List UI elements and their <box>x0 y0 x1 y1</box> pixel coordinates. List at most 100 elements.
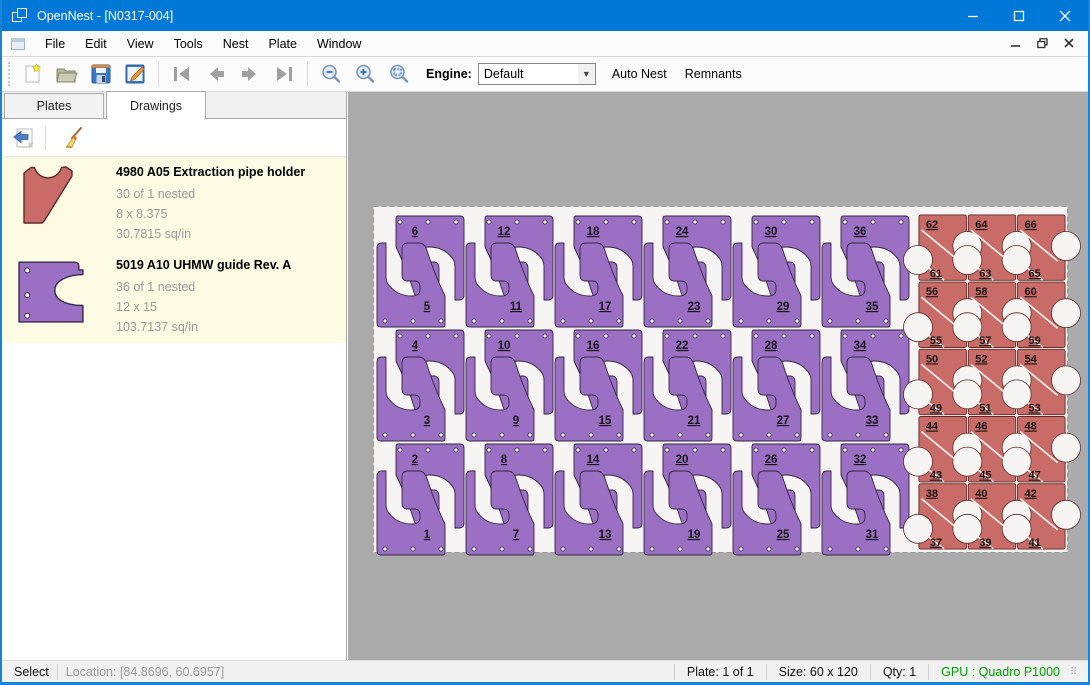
mdi-close-button[interactable] <box>1064 38 1074 49</box>
open-button[interactable] <box>50 59 84 89</box>
svg-text:43: 43 <box>930 470 942 482</box>
last-arrow-icon <box>273 65 295 83</box>
mdi-minimize-button[interactable] <box>1011 38 1021 49</box>
svg-text:37: 37 <box>930 537 942 549</box>
new-button[interactable] <box>16 59 50 89</box>
svg-text:44: 44 <box>926 421 939 433</box>
svg-text:22: 22 <box>676 340 689 352</box>
drawing-thumbnail-purple <box>16 256 108 337</box>
svg-text:40: 40 <box>975 488 987 500</box>
drawings-list: 4980 A05 Extraction pipe holder 30 of 1 … <box>2 157 346 343</box>
svg-text:47: 47 <box>1029 470 1041 482</box>
minimize-button[interactable] <box>950 0 996 31</box>
svg-text:35: 35 <box>866 301 879 313</box>
svg-text:60: 60 <box>1025 286 1037 298</box>
nest-canvas[interactable]: 6543211211109871817161514132423222120193… <box>348 92 1088 660</box>
svg-text:45: 45 <box>979 470 991 482</box>
menu-window[interactable]: Window <box>307 33 371 55</box>
svg-text:46: 46 <box>975 421 987 433</box>
page-back-arrow-icon <box>12 126 36 150</box>
svg-text:38: 38 <box>926 488 938 500</box>
main-toolbar: Engine: Default ▼ Auto Nest Remnants <box>2 57 1088 92</box>
close-icon <box>1059 10 1071 22</box>
menu-tools[interactable]: Tools <box>164 33 213 55</box>
svg-text:6: 6 <box>412 226 418 238</box>
resize-grip[interactable]: ⠿ <box>1070 667 1084 681</box>
svg-text:62: 62 <box>926 219 938 231</box>
svg-text:53: 53 <box>1029 402 1041 414</box>
svg-text:27: 27 <box>777 415 790 427</box>
combo-dropdown-icon[interactable]: ▼ <box>578 64 595 84</box>
zoom-in-button[interactable] <box>348 59 382 89</box>
return-drawing-button[interactable] <box>8 123 40 153</box>
svg-text:10: 10 <box>498 340 511 352</box>
drawing-list-item[interactable]: 5019 A10 UHMW guide Rev. A 36 of 1 neste… <box>2 250 346 343</box>
save-button[interactable] <box>84 59 118 89</box>
minimize-icon <box>967 10 979 22</box>
menu-bar: File Edit View Tools Nest Plate Window <box>2 31 1088 57</box>
maximize-button[interactable] <box>996 0 1042 31</box>
svg-text:50: 50 <box>926 353 938 365</box>
drawing-size: 12 x 15 <box>116 297 291 317</box>
svg-text:57: 57 <box>979 335 991 347</box>
drawing-area: 103.7137 sq/in <box>116 317 291 337</box>
tab-drawings[interactable]: Drawings <box>106 91 206 119</box>
zoom-out-button[interactable] <box>314 59 348 89</box>
save-as-icon <box>124 63 146 85</box>
status-location: Location: [84.8696, 60.6957] <box>66 665 224 679</box>
auto-nest-button[interactable]: Auto Nest <box>610 63 669 85</box>
menu-edit[interactable]: Edit <box>75 33 117 55</box>
status-gpu: GPU : Quadro P1000 <box>937 665 1064 679</box>
svg-text:24: 24 <box>676 226 689 238</box>
mdi-restore-button[interactable] <box>1037 38 1048 50</box>
svg-text:36: 36 <box>854 226 867 238</box>
panel-tabstrip: Plates Drawings <box>2 92 346 119</box>
engine-combobox[interactable]: Default ▼ <box>478 63 596 85</box>
menu-nest[interactable]: Nest <box>213 33 259 55</box>
svg-text:23: 23 <box>688 301 701 313</box>
previous-arrow-icon <box>205 65 227 83</box>
red-parts-region: 6261646366655655585760595049525154534443… <box>904 215 1081 549</box>
first-plate-button[interactable] <box>165 59 199 89</box>
previous-plate-button[interactable] <box>199 59 233 89</box>
nest-plate-view[interactable]: 6543211211109871817161514132423222120193… <box>348 92 1088 660</box>
svg-text:59: 59 <box>1029 335 1041 347</box>
status-size: Size: 60 x 120 <box>775 665 862 679</box>
engine-label: Engine: <box>426 67 472 81</box>
save-as-button[interactable] <box>118 59 152 89</box>
svg-text:14: 14 <box>587 454 600 466</box>
window-title: OpenNest - [N0317-004] <box>37 9 173 23</box>
last-plate-button[interactable] <box>267 59 301 89</box>
mdi-restore-icon <box>1037 38 1048 49</box>
toolbar-grip <box>8 62 12 86</box>
svg-text:54: 54 <box>1025 353 1038 365</box>
mdi-close-icon <box>1064 38 1074 48</box>
svg-text:48: 48 <box>1025 421 1037 433</box>
drawing-area: 30.7815 sq/in <box>116 224 305 244</box>
svg-text:49: 49 <box>930 402 942 414</box>
svg-text:31: 31 <box>866 529 879 541</box>
open-folder-icon <box>55 63 79 85</box>
remnants-button[interactable]: Remnants <box>683 63 744 85</box>
svg-text:55: 55 <box>930 335 942 347</box>
clear-drawings-button[interactable] <box>57 123 89 153</box>
menu-file[interactable]: File <box>35 33 75 55</box>
svg-text:13: 13 <box>599 529 612 541</box>
tab-plates[interactable]: Plates <box>4 93 104 118</box>
svg-text:58: 58 <box>975 286 987 298</box>
drawing-title: 4980 A05 Extraction pipe holder <box>116 165 305 179</box>
next-plate-button[interactable] <box>233 59 267 89</box>
drawing-size: 8 x 8.375 <box>116 204 305 224</box>
svg-text:56: 56 <box>926 286 938 298</box>
app-icon <box>12 8 28 24</box>
drawing-list-item[interactable]: 4980 A05 Extraction pipe holder 30 of 1 … <box>2 157 346 250</box>
close-button[interactable] <box>1042 0 1088 31</box>
svg-text:17: 17 <box>599 301 612 313</box>
svg-text:61: 61 <box>930 268 942 280</box>
mdi-minimize-icon <box>1011 38 1021 48</box>
menu-plate[interactable]: Plate <box>258 33 307 55</box>
zoom-fit-button[interactable] <box>382 59 416 89</box>
zoom-out-icon <box>320 63 342 85</box>
svg-text:21: 21 <box>688 415 701 427</box>
menu-view[interactable]: View <box>117 33 164 55</box>
